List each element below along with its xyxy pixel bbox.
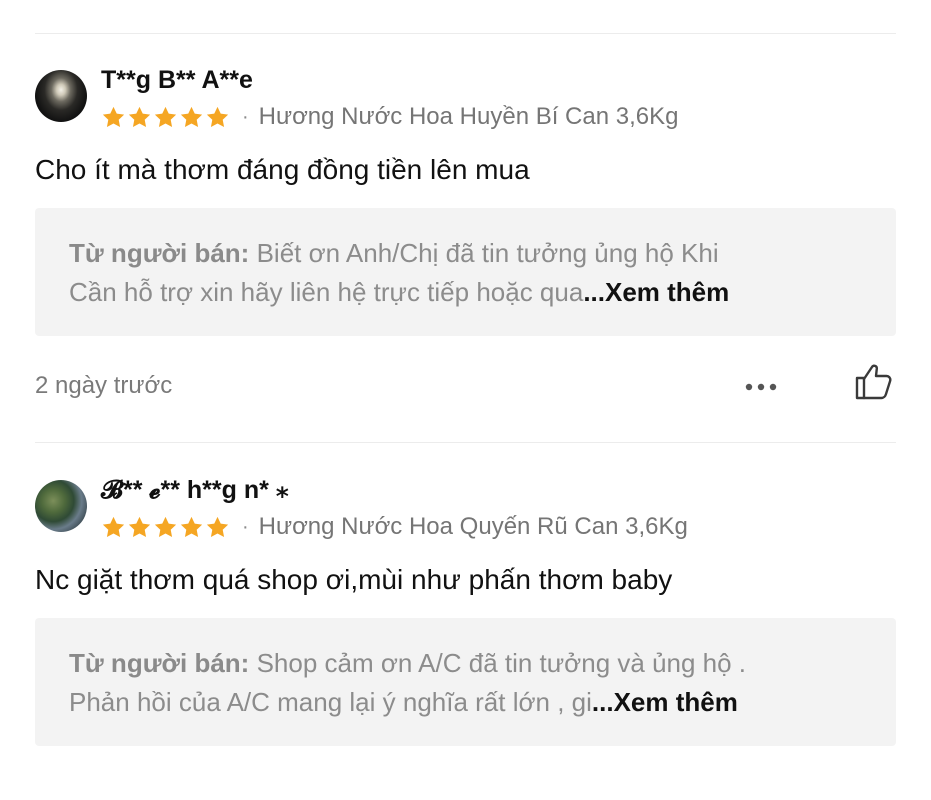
review-comment: Cho ít mà thơm đáng đồng tiền lên mua xyxy=(35,154,530,185)
seller-reply-text: Shop cảm ơn A/C đã tin tưởng và ủng hộ . xyxy=(256,648,747,678)
see-more-link[interactable]: ...Xem thêm xyxy=(583,277,729,307)
seller-reply-text: Cần hỗ trợ xin hãy liên hệ trực tiếp hoặ… xyxy=(69,277,584,307)
see-more-link[interactable]: ...Xem thêm xyxy=(592,687,738,717)
star-icon xyxy=(153,515,178,540)
seller-reply: Từ người bán: Shop cảm ơn A/C đã tin tưở… xyxy=(35,618,896,746)
seller-reply-line: Từ người bán: Shop cảm ơn A/C đã tin tưở… xyxy=(69,644,862,683)
star-icon xyxy=(153,105,178,130)
review-comment: Nc giặt thơm quá shop ơi,mùi như phấn th… xyxy=(35,564,673,595)
rating-row: · Hương Nước Hoa Quyến Rũ Can 3,6Kg xyxy=(101,510,688,544)
seller-reply-label: Từ người bán: xyxy=(69,238,250,268)
review-header: T**g B** A**e · Hương Nước Hoa Huyền Bí … xyxy=(35,60,896,138)
star-icon xyxy=(101,105,126,130)
product-variation: Hương Nước Hoa Quyến Rũ Can 3,6Kg xyxy=(258,513,688,540)
seller-reply-line: Cần hỗ trợ xin hãy liên hệ trực tiếp hoặ… xyxy=(69,273,862,312)
star-rating xyxy=(101,515,230,540)
star-icon xyxy=(101,515,126,540)
star-icon xyxy=(127,515,152,540)
review-header: 𝓑** 𝓮** h**g n* ⁎ · Hương Nước Hoa Quyến… xyxy=(35,470,896,548)
star-icon xyxy=(205,515,230,540)
review-timestamp: 2 ngày trước xyxy=(35,372,173,399)
more-horizontal-icon[interactable] xyxy=(744,382,778,392)
product-variation: Hương Nước Hoa Huyền Bí Can 3,6Kg xyxy=(258,103,679,130)
thumbs-up-icon[interactable] xyxy=(853,360,895,402)
seller-reply-label: Từ người bán: xyxy=(69,648,250,678)
seller-reply: Từ người bán: Biết ơn Anh/Chị đã tin tưở… xyxy=(35,208,896,336)
reviews-page: T**g B** A**e · Hương Nước Hoa Huyền Bí … xyxy=(0,0,931,800)
top-divider xyxy=(35,33,896,34)
reviewer-name: T**g B** A**e xyxy=(101,66,253,94)
separator-dot: · xyxy=(242,515,249,538)
separator-dot: · xyxy=(242,105,249,128)
star-icon xyxy=(179,105,204,130)
review-item: T**g B** A**e · Hương Nước Hoa Huyền Bí … xyxy=(35,60,896,420)
seller-reply-line: Phản hồi của A/C mang lại ý nghĩa rất lớ… xyxy=(69,683,862,722)
star-icon xyxy=(179,515,204,540)
star-rating xyxy=(101,105,230,130)
reviewer-name: 𝓑** 𝓮** h**g n* ⁎ xyxy=(101,476,289,504)
avatar[interactable] xyxy=(35,480,87,532)
review-item: 𝓑** 𝓮** h**g n* ⁎ · Hương Nước Hoa Quyến… xyxy=(35,470,896,746)
review-divider xyxy=(35,442,896,443)
star-icon xyxy=(205,105,230,130)
seller-reply-text: Phản hồi của A/C mang lại ý nghĩa rất lớ… xyxy=(69,687,592,717)
seller-reply-text: Biết ơn Anh/Chị đã tin tưởng ủng hộ Khi xyxy=(256,238,719,268)
rating-row: · Hương Nước Hoa Huyền Bí Can 3,6Kg xyxy=(101,100,678,134)
review-footer: 2 ngày trước xyxy=(35,360,896,420)
star-icon xyxy=(127,105,152,130)
seller-reply-line: Từ người bán: Biết ơn Anh/Chị đã tin tưở… xyxy=(69,234,862,273)
avatar[interactable] xyxy=(35,70,87,122)
